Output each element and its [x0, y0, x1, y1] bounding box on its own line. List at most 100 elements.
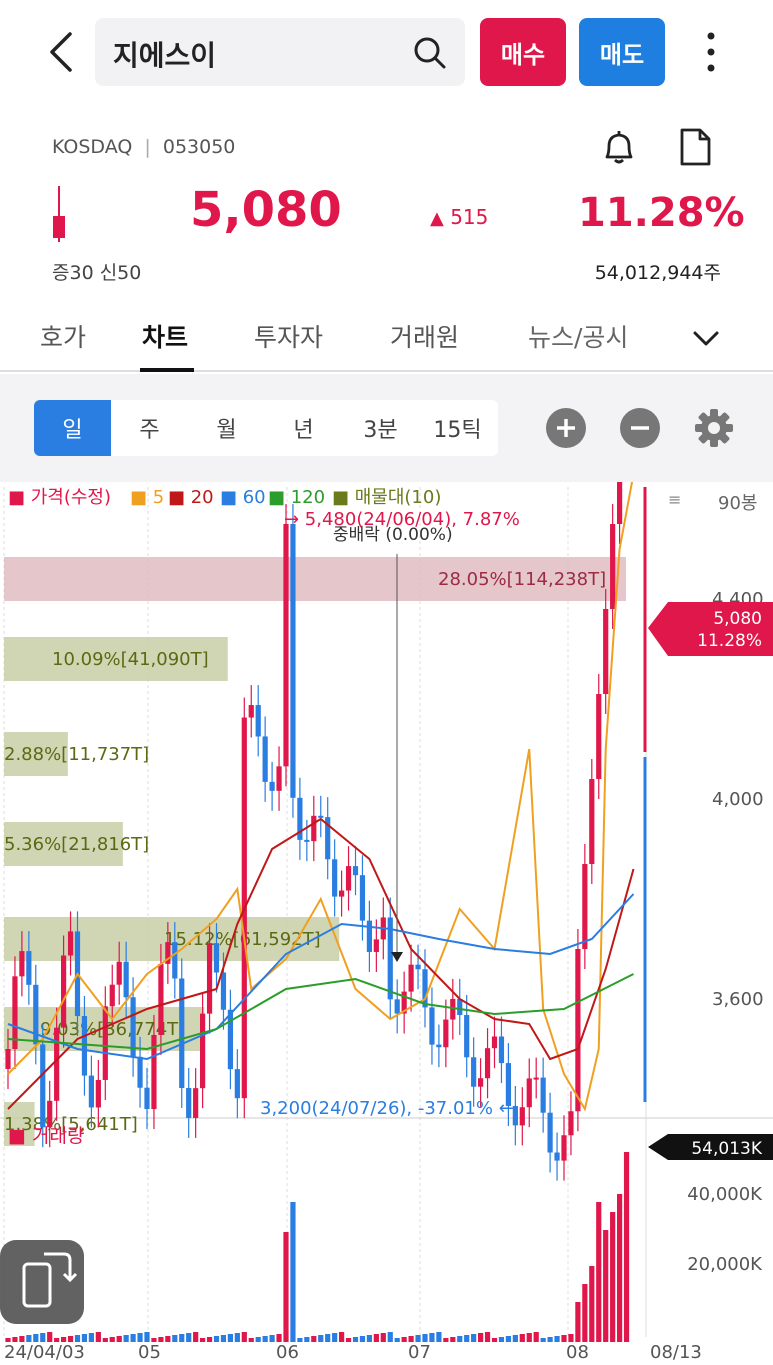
volume-bar [26, 1335, 32, 1342]
candle-body [290, 524, 296, 798]
tab-chart[interactable]: 차트 [142, 318, 188, 354]
candle-body [262, 736, 268, 782]
volume-profile-label: 10.09%[41,090T] [52, 649, 209, 670]
tab-investor[interactable]: 투자자 [254, 318, 323, 354]
volume-bar [109, 1337, 115, 1342]
candle-body [12, 976, 18, 1049]
candle-body [137, 1056, 143, 1088]
candle-body [67, 931, 74, 956]
volume-bar [74, 1335, 81, 1342]
mini-candle-icon [53, 186, 65, 242]
change-value: 515 [450, 205, 489, 229]
volume-bar [241, 1332, 247, 1342]
y-tick-label: 4,000 [712, 789, 764, 810]
candle-body [26, 951, 32, 985]
chevron-down-icon[interactable] [690, 322, 722, 354]
tab-hoga[interactable]: 호가 [40, 318, 86, 354]
price-change: ▲ 515 [430, 205, 488, 229]
candle-body [554, 1152, 560, 1161]
tab-broker[interactable]: 거래원 [390, 318, 459, 354]
candle-body [116, 961, 122, 985]
candle-body [394, 999, 400, 1014]
period-3min[interactable]: 3분 [342, 400, 419, 456]
separator: | [144, 136, 151, 158]
candle-body [345, 866, 352, 891]
candle-body [540, 1077, 546, 1113]
sell-button[interactable]: 매도 [579, 18, 665, 86]
current-price-tag-pct: 11.28% [697, 631, 762, 651]
credit-info: 증30 신50 [52, 262, 142, 284]
buy-button[interactable]: 매수 [480, 18, 566, 86]
candle-body [484, 1048, 491, 1079]
candle-body [47, 1100, 53, 1128]
candle-body [144, 1087, 150, 1110]
back-icon[interactable] [42, 30, 82, 74]
candle-body [526, 1078, 532, 1108]
volume-bar [304, 1337, 310, 1342]
search-icon[interactable] [413, 36, 447, 70]
candle-body [276, 766, 282, 791]
volume-bar [172, 1335, 178, 1342]
candle-body [318, 815, 324, 818]
volume-bar [443, 1338, 449, 1342]
candle-body [200, 1013, 206, 1089]
x-tick-label: 08 [566, 1342, 589, 1363]
volume-bar [345, 1338, 352, 1342]
candle-body [179, 978, 185, 1088]
memo-icon[interactable] [674, 126, 716, 168]
zoom-out-icon[interactable] [620, 408, 660, 448]
candle-body [95, 1079, 101, 1108]
tab-news[interactable]: 뉴스/공시 [528, 318, 628, 354]
volume-bar [123, 1335, 129, 1342]
volume-bar [373, 1334, 379, 1342]
candle-body [304, 839, 310, 842]
period-week[interactable]: 주 [111, 400, 188, 456]
candle-body [332, 859, 338, 897]
volume-bar [47, 1332, 53, 1342]
period-year[interactable]: 년 [265, 400, 342, 456]
bell-icon[interactable] [598, 126, 640, 168]
stock-code: 053050 [162, 136, 236, 158]
candle-body [422, 969, 428, 1008]
price-chart[interactable]: 13.26%[54,013T]12.02%[48,976T]2.81%[11,4… [0, 482, 773, 1365]
candle-body [408, 964, 414, 992]
gear-icon[interactable] [692, 406, 736, 450]
legend-item-ma60: ■ 60 [220, 487, 266, 508]
candle-body [373, 939, 379, 952]
x-tick-label: 06 [276, 1342, 299, 1363]
current-price-tag-price: 5,080 [713, 609, 762, 629]
volume-bar [33, 1334, 39, 1342]
market-code: KOSDAQ | 053050 [52, 136, 235, 158]
period-15tick[interactable]: 15틱 [419, 400, 496, 456]
volume-bar [450, 1337, 456, 1342]
x-tick-label: 05 [138, 1342, 161, 1363]
volume-bar [179, 1334, 185, 1342]
rotate-screen-button[interactable] [0, 1240, 84, 1324]
volume-bar [255, 1337, 261, 1342]
volume-bar [478, 1333, 484, 1342]
volume-bar [332, 1333, 338, 1342]
candle-body [220, 972, 227, 1010]
candle-body [19, 951, 25, 977]
candle-body [498, 1036, 505, 1064]
volume-bar [505, 1336, 511, 1342]
volume-bar [603, 1230, 609, 1342]
candle-count-label: 90봉 [718, 493, 757, 514]
volume-bar [200, 1338, 206, 1342]
more-menu-icon[interactable] [698, 30, 724, 74]
volume-bar [248, 1338, 254, 1342]
volume-bar [325, 1334, 331, 1342]
volume-bar [116, 1336, 122, 1342]
volume-bar [471, 1334, 477, 1342]
legend-item-vp: ■ 매물대(10) [332, 487, 441, 508]
active-tab-indicator [140, 368, 194, 372]
period-day[interactable]: 일 [34, 400, 111, 456]
zoom-in-icon[interactable] [546, 408, 586, 448]
period-month[interactable]: 월 [188, 400, 265, 456]
volume-bar [102, 1338, 108, 1342]
volume-bar [401, 1337, 407, 1342]
candle-body [547, 1112, 553, 1153]
volume-bar [220, 1335, 227, 1342]
stock-search-field[interactable]: 지에스이 [95, 18, 465, 86]
volume-bar [269, 1335, 275, 1342]
